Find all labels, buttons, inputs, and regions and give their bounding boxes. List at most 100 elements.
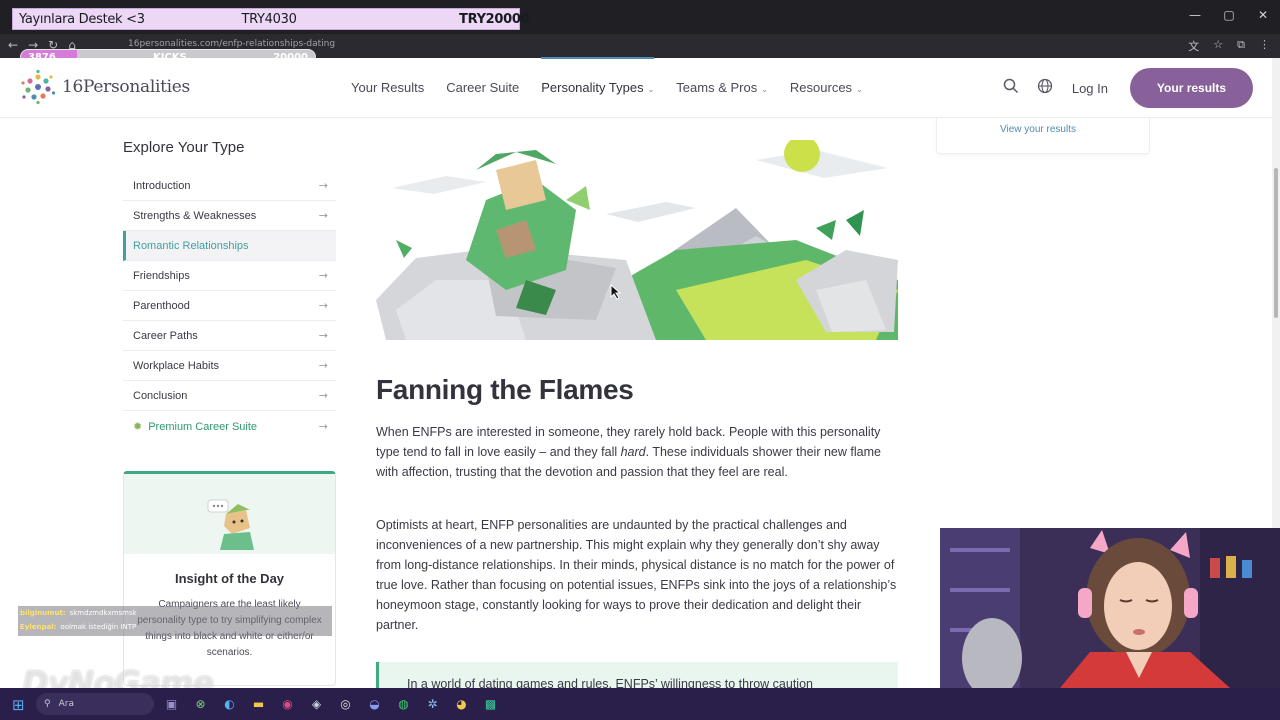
chat-message: Eylenpal: oolmak istediğin INTP <box>18 620 332 634</box>
nav-career-suite[interactable]: Career Suite <box>446 80 519 95</box>
taskbar-apps: ▣ ⊗ ◐ ▬ ◉ ◈ ◎ ◒ ◍ ✲ ◕ ▩ <box>160 694 502 714</box>
chat-app-icon[interactable]: ▩ <box>479 694 502 714</box>
donation-goal-bar: Yayınlara Destek <3 TRY4030 TRY20000 <box>12 8 530 30</box>
nav-label: Your Results <box>351 80 425 95</box>
windows-start-icon[interactable]: ⊞ <box>12 696 25 714</box>
pull-quote: In a world of dating games and rules, EN… <box>376 662 898 688</box>
arrow-right-icon: → <box>318 269 328 282</box>
obs-icon[interactable]: ◎ <box>334 694 357 714</box>
url-input[interactable]: 16personalities.com/enfp-relationships-d… <box>128 39 335 49</box>
sidebar-item-workplace-habits[interactable]: Workplace Habits → <box>123 351 336 381</box>
sidebar-item-career-paths[interactable]: Career Paths → <box>123 321 336 351</box>
discord-icon[interactable]: ◒ <box>363 694 386 714</box>
task-view-icon[interactable]: ▣ <box>160 694 183 714</box>
chevron-down-icon: ⌄ <box>856 85 863 94</box>
menu-icon[interactable]: ⋮ <box>1259 38 1270 54</box>
record-app-icon[interactable]: ◉ <box>276 694 299 714</box>
logo-text: 16Personalities <box>62 77 190 97</box>
stream-chat: bilginumut: skmdzmdkxmsmsk Eylenpal: oolma… <box>18 606 332 636</box>
campaigner-avatar-icon <box>207 499 254 550</box>
xbox-icon[interactable]: ⊗ <box>189 694 212 714</box>
taskbar-search-label: Ara <box>58 699 74 709</box>
webcam-feed <box>940 528 1280 688</box>
sidebar-item-strengths[interactable]: Strengths & Weaknesses → <box>123 201 336 231</box>
arrow-right-icon: → <box>318 359 328 372</box>
donation-label: Yayınlara Destek <3 <box>19 11 145 27</box>
chat-text: oolmak istediğin INTP <box>60 623 137 631</box>
minimize-button[interactable]: — <box>1178 0 1212 30</box>
spotify-icon[interactable]: ◍ <box>392 694 415 714</box>
article-paragraph: Optimists at heart, ENFP personalities a… <box>376 518 897 632</box>
sidebar-item-premium-career-suite[interactable]: ✹ Premium Career Suite → <box>123 411 336 441</box>
view-results-link[interactable]: View your results <box>1000 124 1076 135</box>
arrow-right-icon: → <box>318 329 328 342</box>
sidebar-item-label: Workplace Habits <box>133 359 219 372</box>
sidebar-item-label: Strengths & Weaknesses <box>133 209 257 222</box>
sidebar-item-friendships[interactable]: Friendships → <box>123 261 336 291</box>
nav-personality-types[interactable]: Personality Types ⌄ <box>541 57 655 95</box>
arrow-right-icon: → <box>318 299 328 312</box>
maximize-button[interactable]: ▢ <box>1212 0 1246 30</box>
article-title: Fanning the Flames <box>376 374 634 405</box>
mouse-cursor <box>610 284 622 300</box>
sidebar-item-label: Premium Career Suite <box>148 420 258 433</box>
globe-icon[interactable] <box>1028 78 1062 98</box>
sidebar-item-label: Romantic Relationships <box>133 239 249 252</box>
sidebar-item-label: Friendships <box>133 269 190 282</box>
chat-user: bilginumut: <box>20 609 66 617</box>
chat-message: bilginumut: skmdzmdkxmsmsk <box>18 606 332 620</box>
window-controls: — ▢ ✕ <box>1178 0 1280 30</box>
arrow-right-icon: → <box>318 179 328 192</box>
your-results-button[interactable]: Your results <box>1130 68 1253 108</box>
taskbar-search[interactable]: ⚲ Ara <box>36 693 154 715</box>
arrow-right-icon: → <box>318 209 328 222</box>
nav-resources[interactable]: Resources ⌄ <box>790 80 863 95</box>
arrow-right-icon: → <box>318 389 328 402</box>
windows-taskbar: ⊞ ⚲ Ara ▣ ⊗ ◐ ▬ ◉ ◈ ◎ ◒ ◍ ✲ ◕ ▩ <box>0 688 1280 720</box>
chat-text: skmdzmdkxmsmsk <box>69 609 137 617</box>
sidebar-item-conclusion[interactable]: Conclusion → <box>123 381 336 411</box>
settings-gear-icon[interactable]: ✲ <box>421 694 444 714</box>
sidebar-item-label: Introduction <box>133 179 191 192</box>
search-icon: ⚲ <box>44 699 51 709</box>
chevron-down-icon: ⌄ <box>761 85 768 94</box>
sidebar-item-parenthood[interactable]: Parenthood → <box>123 291 336 321</box>
nav-label: Resources <box>789 80 853 95</box>
nav-label: Teams & Pros <box>676 80 758 95</box>
file-explorer-icon[interactable]: ▬ <box>247 694 270 714</box>
login-link[interactable]: Log In <box>1072 81 1108 96</box>
edge-icon[interactable]: ◐ <box>218 694 241 714</box>
donation-current: TRY4030 <box>241 11 297 27</box>
steam-icon[interactable]: ◈ <box>305 694 328 714</box>
sidebar-item-label: Parenthood <box>133 299 190 312</box>
premium-star-icon: ✹ <box>133 419 143 433</box>
nav-your-results[interactable]: Your Results <box>351 80 424 95</box>
main-nav: Your Results Career Suite Personality Ty… <box>351 57 885 95</box>
sidebar-nav: Introduction → Strengths & Weaknesses → Ro… <box>123 171 336 441</box>
chrome-icon[interactable]: ◕ <box>450 694 473 714</box>
chevron-down-icon: ⌄ <box>647 85 655 94</box>
sidebar-item-label: Conclusion <box>133 389 188 402</box>
sidebar-item-romantic-relationships[interactable]: Romantic Relationships <box>123 231 336 261</box>
nav-teams-pros[interactable]: Teams & Pros ⌄ <box>676 80 768 95</box>
site-header: 16Personalities Your Results Career Suit… <box>0 57 1272 118</box>
scrollbar-thumb[interactable] <box>1274 168 1278 318</box>
extensions-icon[interactable]: ⧉ <box>1237 38 1245 54</box>
insight-card: Insight of the Day Campaigners are the l… <box>123 471 336 686</box>
insight-title: Insight of the Day <box>174 571 285 586</box>
header-actions: Log In Your results <box>994 68 1272 108</box>
sidebar-title: Explore Your Type <box>123 139 245 156</box>
sidebar-item-introduction[interactable]: Introduction → <box>123 171 336 201</box>
sidebar-item-label: Career Paths <box>133 329 198 342</box>
site-logo[interactable]: 16Personalities <box>20 69 190 105</box>
bookmark-star-icon[interactable]: ☆ <box>1213 38 1223 54</box>
chat-user: Eylenpal: <box>20 623 57 631</box>
translate-icon[interactable]: 文 <box>1188 38 1199 54</box>
close-button[interactable]: ✕ <box>1246 0 1280 30</box>
search-icon[interactable] <box>994 78 1028 98</box>
quote-text: In a world of dating games and rules, EN… <box>407 677 813 688</box>
extension-icons: 文 ☆ ⧉ ⋮ <box>1188 38 1270 54</box>
back-icon[interactable]: ← <box>8 38 18 52</box>
nav-label: Career Suite <box>446 80 520 95</box>
arrow-right-icon: → <box>318 419 328 433</box>
